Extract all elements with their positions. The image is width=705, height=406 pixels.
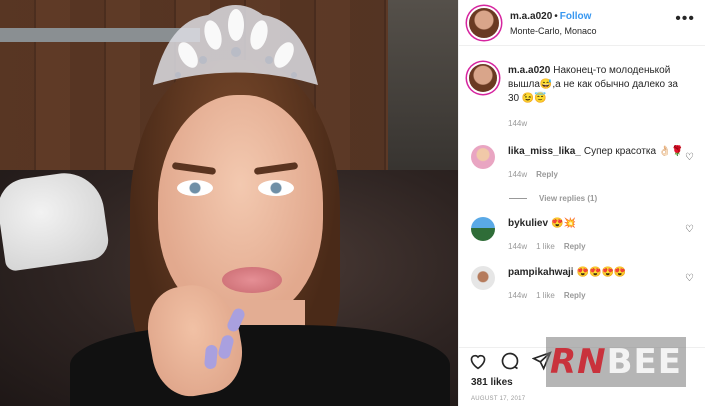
reply-button[interactable]: Reply: [564, 291, 586, 300]
caption-author-avatar[interactable]: [469, 64, 497, 92]
comment-body: pampikahwaji 😍😍😍😍 144w 1 like Reply: [508, 266, 688, 303]
author-avatar[interactable]: [469, 7, 499, 38]
post-location[interactable]: Monte-Carlo, Monaco: [510, 24, 597, 39]
comment-row: bykuliev 😍💥 144w 1 like Reply ♡: [469, 217, 695, 254]
lips-shape: [222, 267, 282, 293]
caption-time[interactable]: 144w: [508, 119, 527, 128]
comment-body: bykuliev 😍💥 144w 1 like Reply: [508, 217, 688, 254]
like-heart-icon[interactable]: [467, 350, 489, 372]
eye-right: [258, 180, 294, 196]
comment-time[interactable]: 144w: [508, 170, 527, 179]
comment-username[interactable]: lika_miss_lika_: [508, 146, 581, 157]
comment-time[interactable]: 144w: [508, 291, 527, 300]
more-options-icon[interactable]: •••: [675, 10, 695, 28]
comment-bubble-icon[interactable]: [499, 350, 521, 372]
tiara-decoration: [153, 5, 318, 85]
view-replies-button[interactable]: View replies (1): [509, 194, 695, 203]
watermark-part-a: RN: [549, 342, 607, 382]
comment-meta: 144w Reply: [508, 168, 688, 182]
reply-button[interactable]: Reply: [564, 242, 586, 251]
heart-icon[interactable]: ♡: [685, 225, 695, 235]
caption-body: m.a.a020 Наконец-то молоденькой вышла😅,а …: [508, 64, 688, 131]
heart-icon[interactable]: ♡: [685, 153, 695, 163]
divider-line: [509, 198, 527, 199]
follow-button[interactable]: Follow: [560, 11, 592, 22]
view-replies-label: View replies (1): [539, 194, 598, 203]
watermark-part-b: BEE: [606, 342, 682, 382]
header-text: m.a.a020 • Follow Monte-Carlo, Monaco: [510, 7, 597, 39]
comment-row: pampikahwaji 😍😍😍😍 144w 1 like Reply ♡: [469, 266, 695, 303]
post-date[interactable]: AUGUST 17, 2017: [471, 396, 525, 402]
commenter-avatar[interactable]: [471, 266, 495, 290]
comment-text: 😍💥: [551, 218, 576, 229]
comment-meta: 144w 1 like Reply: [508, 289, 688, 303]
header-separator: •: [554, 10, 558, 22]
like-count[interactable]: 381 likes: [471, 377, 513, 388]
caption-meta: 144w: [508, 117, 688, 131]
reply-button[interactable]: Reply: [536, 170, 558, 179]
comment-meta: 144w 1 like Reply: [508, 240, 688, 254]
comment-like-count[interactable]: 1 like: [536, 291, 555, 300]
comment-like-count[interactable]: 1 like: [536, 242, 555, 251]
comment-body: lika_miss_lika_ Супер красотка 👌🏻🌹 144w Re…: [508, 145, 688, 182]
comment-text: Супер красотка 👌🏻🌹: [583, 146, 684, 157]
commenter-avatar[interactable]: [471, 217, 495, 241]
caption-username[interactable]: m.a.a020: [508, 65, 550, 76]
comment-text: 😍😍😍😍: [576, 267, 627, 278]
comment-row: lika_miss_lika_ Супер красотка 👌🏻🌹 144w Re…: [469, 145, 695, 182]
dress-shape: [70, 325, 450, 406]
post-header: m.a.a020 • Follow Monte-Carlo, Monaco •••: [459, 0, 705, 46]
comment-time[interactable]: 144w: [508, 242, 527, 251]
heart-icon[interactable]: ♡: [685, 274, 695, 284]
eye-left: [177, 180, 213, 196]
author-username[interactable]: m.a.a020: [510, 11, 552, 22]
commenter-avatar[interactable]: [471, 145, 495, 169]
post-photo[interactable]: [0, 0, 458, 406]
comment-username[interactable]: pampikahwaji: [508, 267, 574, 278]
comments-list[interactable]: m.a.a020 Наконец-то молоденькой вышла😅,а …: [459, 46, 705, 346]
comment-username[interactable]: bykuliev: [508, 218, 548, 229]
watermark-logo: RN BEE: [546, 337, 686, 387]
caption-row: m.a.a020 Наконец-то молоденькой вышла😅,а …: [469, 64, 695, 131]
